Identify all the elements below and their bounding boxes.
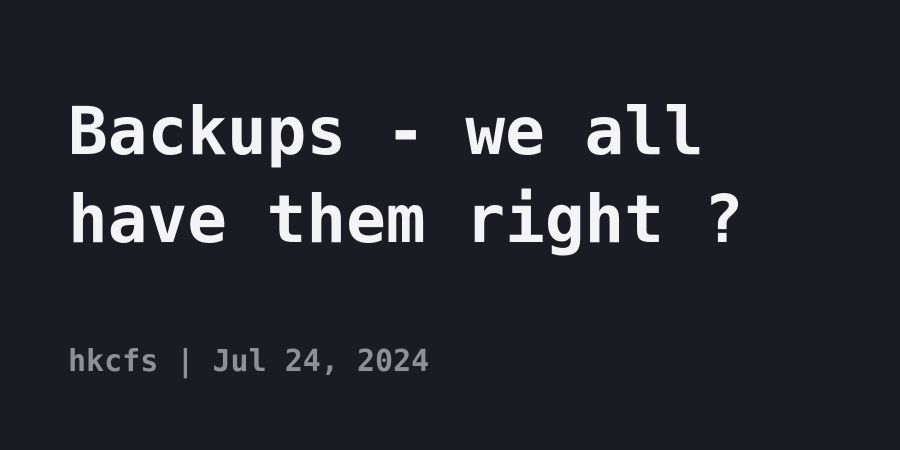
post-preview-card: Backups - we all have them right ? hkcfs… (0, 0, 900, 450)
post-date: Jul 24, 2024 (212, 344, 430, 379)
post-title: Backups - we all have them right ? (68, 93, 744, 258)
author-name: hkcfs (68, 344, 159, 379)
post-meta: hkcfs | Jul 24, 2024 (68, 340, 429, 384)
meta-separator: | (176, 344, 195, 379)
